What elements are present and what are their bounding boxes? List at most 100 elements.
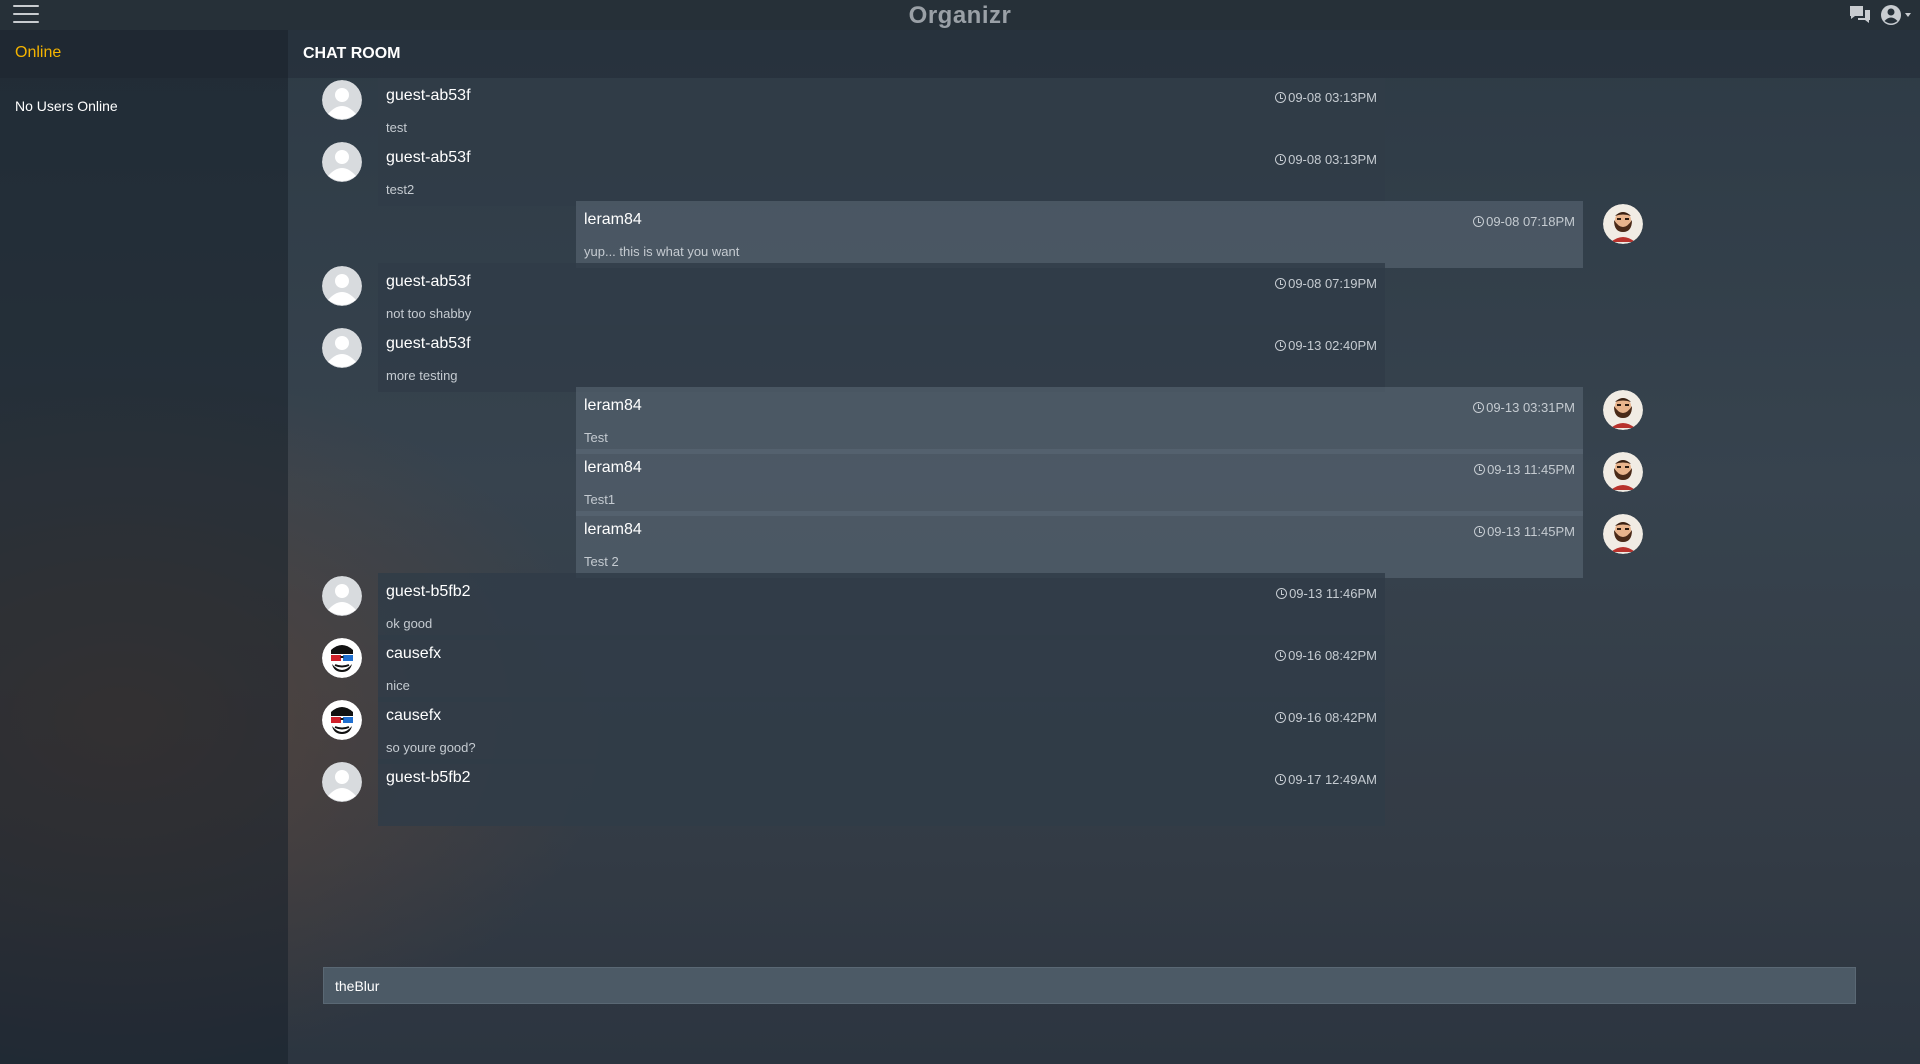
message-bubble: leram84 09-13 03:31PM Test [576, 387, 1583, 454]
clock-icon [1473, 216, 1485, 227]
clock-icon [1275, 340, 1287, 351]
chat-input-wrapper [323, 967, 1856, 1004]
3d-glasses-avatar-icon [322, 700, 362, 740]
message-text: Test1 [584, 492, 616, 507]
timestamp-text: 09-13 02:40PM [1288, 338, 1377, 353]
message-timestamp: 09-08 07:19PM [1275, 276, 1377, 291]
message-timestamp: 09-16 08:42PM [1275, 648, 1377, 663]
chat-message: guest-b5fb2 09-17 12:49AM [288, 759, 1920, 826]
chat-messages-list[interactable]: guest-ab53f 09-08 03:13PM test guest-ab53f 0… [288, 78, 1920, 944]
timestamp-text: 09-08 07:19PM [1288, 276, 1377, 291]
chat-message: leram84 09-08 07:18PM yup... this is what … [288, 201, 1920, 268]
message-timestamp: 09-13 11:45PM [1474, 462, 1575, 477]
chat-message: leram84 09-13 03:31PM Test [288, 387, 1920, 454]
message-timestamp: 09-13 03:31PM [1473, 400, 1575, 415]
clock-icon [1275, 712, 1287, 723]
message-text: Test [584, 430, 608, 445]
chat-message: guest-b5fb2 09-13 11:46PM ok good [288, 573, 1920, 640]
message-bubble: guest-b5fb2 09-17 12:49AM [378, 759, 1385, 826]
message-username: leram84 [584, 521, 642, 538]
timestamp-text: 09-13 11:46PM [1289, 586, 1377, 601]
bearded-man-avatar-icon [1603, 452, 1643, 492]
message-username: leram84 [584, 211, 642, 228]
message-text: not too shabby [386, 306, 472, 321]
timestamp-text: 09-13 03:31PM [1486, 400, 1575, 415]
default-avatar-icon [322, 80, 362, 120]
message-text: ok good [386, 616, 433, 631]
chat-message-input[interactable] [324, 968, 1855, 1003]
message-bubble: guest-ab53f 09-08 03:13PM test2 [378, 139, 1385, 206]
message-username: leram84 [584, 459, 642, 476]
app-title: Organizr [908, 2, 1012, 29]
default-avatar-icon [322, 762, 362, 802]
timestamp-text: 09-08 03:13PM [1288, 152, 1377, 167]
message-timestamp: 09-16 08:42PM [1275, 710, 1377, 725]
message-timestamp: 09-17 12:49AM [1275, 772, 1377, 787]
message-text: so youre good? [386, 740, 476, 755]
top-bar: Organizr [0, 0, 1920, 30]
clock-icon [1276, 588, 1288, 599]
message-timestamp: 09-13 02:40PM [1275, 338, 1377, 353]
chat-bubbles-icon[interactable] [1849, 5, 1871, 25]
message-text: nice [386, 678, 410, 693]
bearded-man-avatar-icon [1603, 204, 1643, 244]
clock-icon [1275, 154, 1287, 165]
timestamp-text: 09-13 11:45PM [1487, 524, 1575, 539]
message-text: more testing [386, 368, 458, 383]
message-timestamp: 09-08 07:18PM [1473, 214, 1575, 229]
message-text: Test 2 [584, 554, 619, 569]
timestamp-text: 09-13 11:45PM [1487, 462, 1575, 477]
message-bubble: leram84 09-13 11:45PM Test1 [576, 449, 1583, 516]
message-bubble: guest-ab53f 09-13 02:40PM more testing [378, 325, 1385, 392]
message-bubble: guest-ab53f 09-08 03:13PM test [378, 78, 1385, 144]
message-bubble: leram84 09-13 11:45PM Test 2 [576, 511, 1583, 578]
chat-message: leram84 09-13 11:45PM Test 2 [288, 511, 1920, 578]
message-bubble: causefx 09-16 08:42PM so youre good? [378, 697, 1385, 764]
message-timestamp: 09-13 11:46PM [1276, 586, 1377, 601]
message-username: guest-ab53f [386, 335, 471, 352]
user-menu-icon[interactable] [1880, 4, 1916, 26]
clock-icon [1275, 774, 1287, 785]
timestamp-text: 09-16 08:42PM [1288, 648, 1377, 663]
clock-icon [1275, 92, 1287, 103]
clock-icon [1275, 650, 1287, 661]
timestamp-text: 09-16 08:42PM [1288, 710, 1377, 725]
timestamp-text: 09-08 03:13PM [1288, 90, 1377, 105]
default-avatar-icon [322, 328, 362, 368]
message-username: causefx [386, 707, 442, 724]
chat-message: guest-ab53f 09-08 07:19PM not too shabby [288, 263, 1920, 330]
message-bubble: guest-ab53f 09-08 07:19PM not too shabby [378, 263, 1385, 330]
chat-message: guest-ab53f 09-08 03:13PM test2 [288, 139, 1920, 206]
message-username: guest-ab53f [386, 273, 471, 290]
default-avatar-icon [322, 142, 362, 182]
chat-message: guest-ab53f 09-08 03:13PM test [288, 78, 1920, 144]
default-avatar-icon [322, 266, 362, 306]
message-bubble: guest-b5fb2 09-13 11:46PM ok good [378, 573, 1385, 640]
bearded-man-avatar-icon [1603, 390, 1643, 430]
message-timestamp: 09-08 03:13PM [1275, 152, 1377, 167]
message-text: yup... this is what you want [584, 244, 740, 259]
3d-glasses-avatar-icon [322, 638, 362, 678]
clock-icon [1473, 402, 1485, 413]
no-users-online-text: No Users Online [15, 98, 118, 114]
message-text: test [386, 120, 407, 135]
bearded-man-avatar-icon [1603, 514, 1643, 554]
message-username: guest-ab53f [386, 149, 471, 166]
chat-message: causefx 09-16 08:42PM nice [288, 635, 1920, 702]
message-username: guest-b5fb2 [386, 769, 471, 786]
online-heading: Online [0, 30, 288, 78]
message-timestamp: 09-08 03:13PM [1275, 90, 1377, 105]
clock-icon [1275, 278, 1287, 289]
chat-room-heading: CHAT ROOM [288, 30, 1920, 78]
message-username: guest-ab53f [386, 87, 471, 104]
message-username: causefx [386, 645, 442, 662]
default-avatar-icon [322, 576, 362, 616]
message-username: guest-b5fb2 [386, 583, 471, 600]
online-sidebar: Online No Users Online [0, 30, 288, 1064]
message-bubble: causefx 09-16 08:42PM nice [378, 635, 1385, 702]
clock-icon [1474, 464, 1486, 475]
clock-icon [1474, 526, 1486, 537]
chat-message: guest-ab53f 09-13 02:40PM more testing [288, 325, 1920, 392]
message-bubble: leram84 09-08 07:18PM yup... this is what … [576, 201, 1583, 268]
message-timestamp: 09-13 11:45PM [1474, 524, 1575, 539]
